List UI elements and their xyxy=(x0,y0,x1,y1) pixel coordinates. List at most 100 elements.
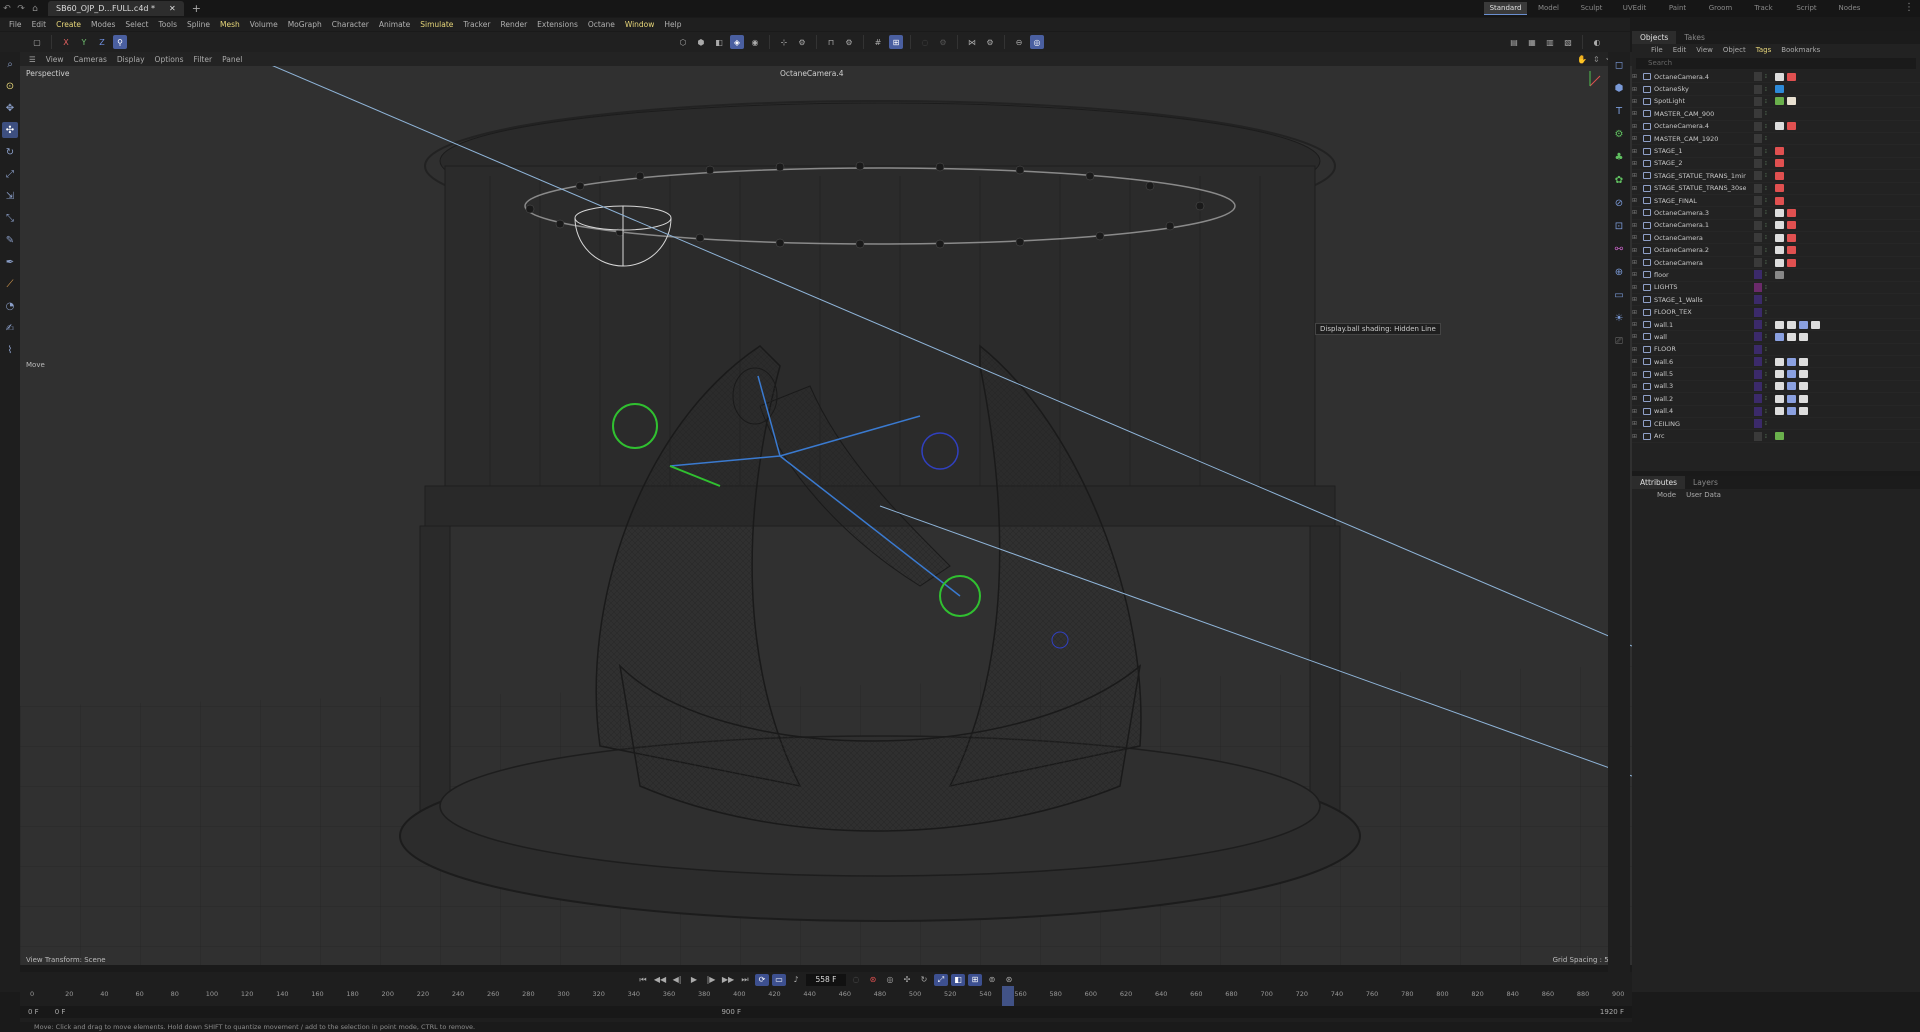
tab-attributes[interactable]: Attributes xyxy=(1632,476,1686,489)
object-tag-icon[interactable] xyxy=(1775,221,1784,230)
object-row[interactable]: ⊞ OctaneSky ⁝ xyxy=(1632,83,1920,96)
sketch-tool-icon[interactable]: ⌇ xyxy=(2,342,18,358)
primitive-icon[interactable]: ⬢ xyxy=(1611,80,1627,96)
object-name[interactable]: LIGHTS xyxy=(1654,283,1746,291)
object-name[interactable]: wall.5 xyxy=(1654,370,1746,378)
octane-live-icon[interactable]: ◐ xyxy=(1590,35,1604,49)
menu-modes[interactable]: Modes xyxy=(86,20,120,29)
menu-mograph[interactable]: MoGraph xyxy=(283,20,327,29)
object-row[interactable]: ⊞ wall ⁝ xyxy=(1632,331,1920,344)
soft-selection-icon[interactable]: ⊖ xyxy=(1012,35,1026,49)
range-end[interactable]: 1920 F xyxy=(1592,1008,1632,1016)
object-row[interactable]: ⊞ wall.6 ⁝ xyxy=(1632,356,1920,369)
layer-color-swatch[interactable] xyxy=(1754,419,1762,429)
object-row[interactable]: ⊞ FLOOR_TEX ⁝ xyxy=(1632,306,1920,319)
prev-key-icon[interactable]: ◀◀ xyxy=(653,974,667,986)
layer-color-swatch[interactable] xyxy=(1754,84,1762,94)
object-name[interactable]: FLOOR_TEX xyxy=(1654,308,1746,316)
expand-icon[interactable]: ⊞ xyxy=(1632,296,1640,303)
spline-pen-icon[interactable]: ✍ xyxy=(2,320,18,336)
menu-animate[interactable]: Animate xyxy=(374,20,415,29)
close-icon[interactable]: ✕ xyxy=(169,1,176,16)
menu-tracker[interactable]: Tracker xyxy=(458,20,495,29)
visibility-dots-icon[interactable]: ⁝ xyxy=(1765,110,1772,117)
document-tab[interactable]: SB60_OJP_D...FULL.c4d * ✕ xyxy=(48,1,184,16)
object-row[interactable]: ⊞ OctaneCamera.4 ⁝ xyxy=(1632,121,1920,133)
object-row[interactable]: ⊞ SpotLight ⁝ xyxy=(1632,96,1920,109)
interpolation-icon[interactable]: ⊚ xyxy=(985,974,999,986)
layer-color-swatch[interactable] xyxy=(1754,307,1762,317)
object-name[interactable]: OctaneCamera.1 xyxy=(1654,221,1746,229)
objects-menu-tags[interactable]: Tags xyxy=(1751,46,1777,54)
first-frame-icon[interactable]: ⏮ xyxy=(636,974,650,986)
object-tag-icon[interactable] xyxy=(1775,370,1784,379)
sound-icon[interactable]: ♪ xyxy=(789,974,803,986)
layer-color-swatch[interactable] xyxy=(1754,344,1762,354)
expand-icon[interactable]: ⊞ xyxy=(1632,358,1640,365)
layer-color-swatch[interactable] xyxy=(1754,183,1762,193)
layout-paint[interactable]: Paint xyxy=(1656,2,1699,15)
layer-color-swatch[interactable] xyxy=(1754,295,1762,305)
object-tag-icon[interactable] xyxy=(1787,72,1796,81)
visibility-dots-icon[interactable]: ⁝ xyxy=(1765,358,1772,365)
attributes-menu-mode[interactable]: Mode xyxy=(1652,491,1681,499)
menu-file[interactable]: File xyxy=(4,20,27,29)
object-tag-icon[interactable] xyxy=(1775,332,1784,341)
axis-z-button[interactable]: Z xyxy=(95,35,109,49)
render-tag-icon[interactable]: ⎚ xyxy=(1611,333,1627,349)
object-name[interactable]: OctaneCamera xyxy=(1654,234,1746,242)
lock-icon[interactable]: ◌ xyxy=(918,35,932,49)
menu-window[interactable]: Window xyxy=(620,20,660,29)
expand-icon[interactable]: ⊞ xyxy=(1632,86,1640,93)
object-tag-icon[interactable] xyxy=(1775,159,1784,168)
object-tag-icon[interactable] xyxy=(1787,357,1796,366)
object-tag-icon[interactable] xyxy=(1787,122,1796,131)
object-row[interactable]: ⊞ wall.5 ⁝ xyxy=(1632,368,1920,381)
layer-color-swatch[interactable] xyxy=(1754,394,1762,404)
object-tag-icon[interactable] xyxy=(1775,147,1784,156)
layer-color-swatch[interactable] xyxy=(1754,233,1762,243)
layer-color-swatch[interactable] xyxy=(1754,158,1762,168)
render-settings-icon[interactable]: ▧ xyxy=(1561,35,1575,49)
key-param-icon[interactable]: ◧ xyxy=(951,974,965,986)
layout-track[interactable]: Track xyxy=(1742,2,1785,15)
render-queue-icon[interactable]: ▥ xyxy=(1543,35,1557,49)
symmetry-settings-icon[interactable]: ⚙ xyxy=(983,35,997,49)
expand-icon[interactable]: ⊞ xyxy=(1632,247,1640,254)
expand-icon[interactable]: ⊞ xyxy=(1632,110,1640,117)
knife-tool-icon[interactable]: ⟋ xyxy=(2,276,18,292)
visibility-dots-icon[interactable]: ⁝ xyxy=(1765,209,1772,216)
prev-frame-icon[interactable]: ◀| xyxy=(670,974,684,986)
menu-select[interactable]: Select xyxy=(120,20,153,29)
camera-icon[interactable]: ▭ xyxy=(1611,287,1627,303)
scale-tool-icon[interactable]: ⤢ xyxy=(2,166,18,182)
object-tag-icon[interactable] xyxy=(1775,432,1784,441)
coordinate-system-icon[interactable]: ⚲ xyxy=(113,35,127,49)
scene-icon[interactable]: ⊡ xyxy=(1611,218,1627,234)
expand-icon[interactable]: ⊞ xyxy=(1632,321,1640,328)
search-input[interactable]: Search xyxy=(1636,58,1916,69)
object-tag-icon[interactable] xyxy=(1811,320,1820,329)
object-row[interactable]: ⊞ OctaneCamera.3 ⁝ xyxy=(1632,207,1920,220)
move-tool-icon[interactable]: ✣ xyxy=(2,122,18,138)
object-name[interactable]: Arc xyxy=(1654,432,1746,440)
play-icon[interactable]: ▶ xyxy=(687,974,701,986)
last-frame-icon[interactable]: ⏭ xyxy=(738,974,752,986)
object-tag-icon[interactable] xyxy=(1799,394,1808,403)
expand-icon[interactable]: ⊞ xyxy=(1632,395,1640,402)
object-name[interactable]: STAGE_STATUE_TRANS_1min xyxy=(1654,172,1746,180)
snap-icon[interactable]: ⊓ xyxy=(824,35,838,49)
object-row[interactable]: ⊞ wall.4 ⁝ xyxy=(1632,406,1920,418)
object-name[interactable]: wall.4 xyxy=(1654,407,1746,415)
visibility-dots-icon[interactable]: ⁝ xyxy=(1765,371,1772,378)
visibility-dots-icon[interactable]: ⁝ xyxy=(1765,333,1772,340)
grid-icon[interactable]: # xyxy=(871,35,885,49)
object-row[interactable]: ⊞ MASTER_CAM_1920 ⁝ xyxy=(1632,133,1920,146)
object-row[interactable]: ⊞ OctaneCamera.2 ⁝ xyxy=(1632,244,1920,257)
visibility-dots-icon[interactable]: ⁝ xyxy=(1765,148,1772,155)
object-tag-icon[interactable] xyxy=(1787,370,1796,379)
object-tag-icon[interactable] xyxy=(1787,320,1796,329)
object-name[interactable]: OctaneCamera xyxy=(1654,259,1746,267)
object-name[interactable]: STAGE_FINAL xyxy=(1654,197,1746,205)
visibility-dots-icon[interactable]: ⁝ xyxy=(1765,259,1772,266)
